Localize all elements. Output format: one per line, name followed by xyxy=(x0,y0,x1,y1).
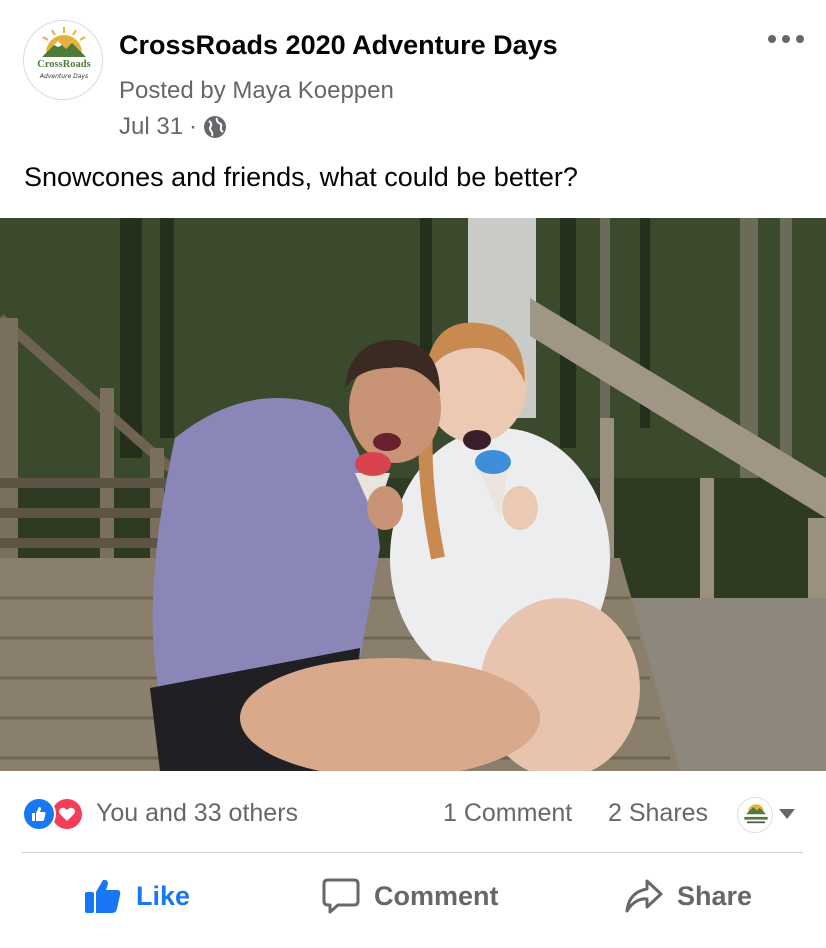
like-label: Like xyxy=(136,880,191,911)
posted-by-text: Posted by Maya Koeppen xyxy=(119,77,394,104)
share-icon xyxy=(625,879,663,913)
post-photo[interactable] xyxy=(0,218,826,771)
post-header: CrossRoads Adventure Days CrossRoads 202… xyxy=(0,0,826,218)
caret-down-icon[interactable] xyxy=(779,809,795,819)
share-label: Share xyxy=(677,880,753,911)
crossroads-logo: CrossRoads Adventure Days xyxy=(24,21,102,99)
share-button[interactable]: Share xyxy=(625,875,752,917)
reaction-count[interactable]: You and 33 others xyxy=(96,799,298,828)
viewer-avatar[interactable] xyxy=(737,797,773,833)
svg-text:CrossRoads: CrossRoads xyxy=(37,59,90,70)
page-name-link[interactable]: CrossRoads 2020 Adventure Days xyxy=(119,30,558,61)
shares-count[interactable]: 2 Shares xyxy=(608,799,708,828)
like-reaction-icon xyxy=(22,797,56,831)
globe-icon[interactable] xyxy=(203,115,227,139)
comment-icon xyxy=(322,878,360,914)
reactions-bar: You and 33 others 1 Comment 2 Shares xyxy=(0,771,826,853)
comment-label: Comment xyxy=(374,880,499,911)
comment-button[interactable]: Comment xyxy=(322,875,499,917)
more-options-icon[interactable] xyxy=(768,28,804,50)
post-actions: Like Comment Share xyxy=(0,853,826,948)
post-caption: Snowcones and friends, what could be bet… xyxy=(24,162,578,192)
meta-separator: · xyxy=(189,113,198,140)
post-date[interactable]: Jul 31 xyxy=(119,113,183,141)
thumbs-up-icon xyxy=(85,879,121,913)
reaction-icons[interactable] xyxy=(22,797,88,831)
post-meta: Jul 31 · xyxy=(119,113,227,141)
svg-text:Adventure Days: Adventure Days xyxy=(39,73,88,80)
page-avatar[interactable]: CrossRoads Adventure Days xyxy=(23,20,103,100)
like-button[interactable]: Like xyxy=(84,875,190,917)
comments-count[interactable]: 1 Comment xyxy=(443,799,572,828)
